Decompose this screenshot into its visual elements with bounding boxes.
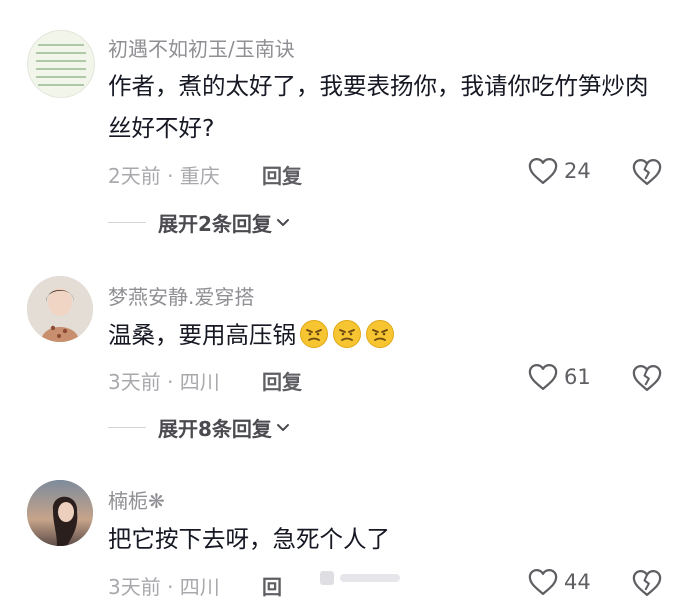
- dislike-button[interactable]: [632, 569, 662, 601]
- like-count: 24: [564, 159, 591, 183]
- angry-face-emoji: [333, 320, 361, 348]
- comment-text: 温桑，要用高压锅: [108, 314, 668, 356]
- like-count: 44: [564, 570, 591, 594]
- reply-button[interactable]: 回: [262, 571, 282, 600]
- comment-author[interactable]: 楠栀❋: [108, 485, 165, 514]
- dislike-button[interactable]: [632, 158, 662, 190]
- heart-outline-icon: [528, 569, 558, 595]
- like-button[interactable]: 24: [528, 157, 591, 185]
- reply-button[interactable]: 回复: [262, 366, 302, 395]
- chevron-down-icon: [276, 423, 289, 431]
- avatar-image: [27, 276, 93, 342]
- divider-line: [108, 426, 146, 429]
- reply-button[interactable]: 回复: [262, 160, 302, 189]
- expand-replies[interactable]: 展开8条回复: [108, 413, 291, 442]
- heart-outline-icon: [528, 158, 558, 184]
- dislike-button[interactable]: [632, 364, 662, 396]
- comment-meta: 3天前 · 四川: [108, 370, 220, 394]
- comment-text: 把它按下去呀，急死个人了: [108, 525, 390, 553]
- comment-text: 作者，煮的太好了，我要表扬你，我请你吃竹笋炒肉丝好不好?: [108, 72, 649, 142]
- chevron-down-icon: [276, 218, 289, 226]
- avatar-image: [28, 31, 94, 97]
- broken-heart-icon: [632, 365, 662, 391]
- comment-text-content: 温桑，要用高压锅: [108, 321, 296, 349]
- comment-meta: 2天前 · 重庆: [108, 164, 220, 188]
- expand-replies-label: 展开8条回复: [158, 417, 272, 441]
- broken-heart-icon: [632, 159, 662, 185]
- divider-line: [108, 221, 146, 224]
- angry-face-emoji: [366, 320, 394, 348]
- watermark-mark: [320, 571, 400, 585]
- comment-author[interactable]: 梦燕安静.爱穿搭: [108, 281, 254, 310]
- heart-outline-icon: [528, 364, 558, 390]
- avatar[interactable]: [27, 30, 95, 98]
- comment-author[interactable]: 初遇不如初玉/玉南诀: [108, 33, 295, 62]
- avatar-image: [27, 480, 93, 546]
- like-button[interactable]: 44: [528, 568, 591, 596]
- avatar[interactable]: [27, 480, 93, 546]
- broken-heart-icon: [632, 570, 662, 596]
- watermark: [320, 568, 410, 593]
- expand-replies-label: 展开2条回复: [158, 212, 272, 236]
- comment-meta: 3天前 · 四川: [108, 575, 220, 599]
- like-count: 61: [564, 365, 591, 389]
- angry-face-emoji: [300, 320, 328, 348]
- avatar[interactable]: [27, 276, 93, 342]
- like-button[interactable]: 61: [528, 363, 591, 391]
- expand-replies[interactable]: 展开2条回复: [108, 208, 291, 237]
